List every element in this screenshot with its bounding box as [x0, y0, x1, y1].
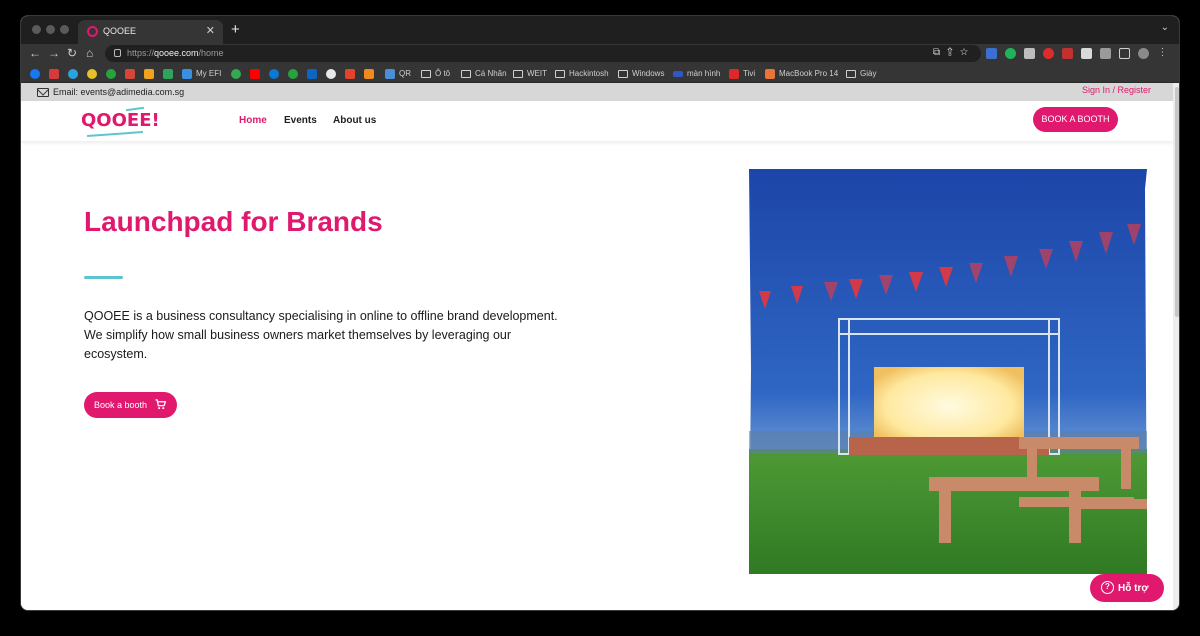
bookmark-o-to[interactable]: Ô tô: [421, 67, 450, 80]
logo-underline: [86, 131, 144, 137]
translate-icon[interactable]: ⧉: [933, 47, 947, 58]
url-text: https://qooee.com/home: [127, 48, 224, 58]
extension-adblock-icon[interactable]: [1043, 48, 1054, 59]
bookmark-qr[interactable]: QR: [385, 67, 411, 80]
nav-events[interactable]: Events: [284, 115, 317, 126]
extension-white-icon[interactable]: [1081, 48, 1092, 59]
tab-title: QOOEE: [103, 26, 137, 36]
bookmark-linkedin-icon[interactable]: [307, 67, 317, 80]
nav-about-us[interactable]: About us: [333, 115, 376, 126]
tab-bar: QOOEE ✕ + ⌄: [21, 16, 1179, 44]
bookmark-yellow-icon[interactable]: [87, 67, 97, 80]
extensions-puzzle-icon[interactable]: [1100, 48, 1111, 59]
tab-search-chevron-icon[interactable]: ⌄: [1161, 22, 1169, 33]
hero-description: QOOEE is a business consultancy speciali…: [84, 309, 558, 361]
outdoor-event-stage-image: [749, 169, 1147, 574]
extensions-area: ⋮: [986, 46, 1168, 62]
side-panel-icon[interactable]: [1119, 48, 1130, 59]
browser-tab[interactable]: QOOEE ✕: [78, 20, 223, 44]
close-window-button[interactable]: [32, 25, 41, 34]
contact-email: Email: events@adimedia.com.sg: [53, 87, 185, 97]
page-scrollbar[interactable]: [1173, 83, 1179, 610]
bookmark-onedrive-icon[interactable]: [269, 67, 279, 80]
profile-avatar-icon[interactable]: [1138, 48, 1149, 59]
browser-toolbar: ← → ↻ ⌂ https://qooee.com/home ⧉⇪☆ ⋮: [21, 44, 1179, 64]
extension-red-icon[interactable]: [1062, 48, 1073, 59]
bookmark-hackintosh[interactable]: Hackintosh: [555, 67, 609, 80]
web-page: Email: events@adimedia.com.sg Sign In / …: [21, 83, 1173, 610]
contact-topbar: Email: events@adimedia.com.sg Sign In / …: [21, 83, 1173, 101]
home-icon[interactable]: ⌂: [86, 46, 93, 60]
bookmark-telegram-icon[interactable]: [68, 67, 78, 80]
bookmark-tivi[interactable]: Tivi: [729, 67, 755, 80]
bookmark-orange-icon[interactable]: [144, 67, 154, 80]
bookmark-my-efi[interactable]: My EFI: [182, 67, 221, 80]
support-button[interactable]: ? Hỗ trợ: [1090, 574, 1164, 602]
maximize-window-button[interactable]: [60, 25, 69, 34]
bookmark-star-icon[interactable]: ☆: [960, 47, 975, 58]
browser-menu-icon[interactable]: ⋮: [1157, 48, 1168, 59]
shopping-cart-icon: [155, 399, 166, 410]
bookmark-facebook-icon[interactable]: [30, 67, 40, 80]
bookmark-giay[interactable]: Giày: [846, 67, 876, 80]
book-a-booth-label: Book a booth: [94, 400, 148, 410]
bookmark-windows[interactable]: Windows: [618, 67, 664, 80]
back-arrow-icon[interactable]: ←: [29, 46, 41, 60]
sign-in-register-link[interactable]: Sign In / Register: [1082, 85, 1151, 95]
qooee-favicon-icon: [87, 26, 98, 37]
site-header: QOOEE! Home Events About us BOOK A BOOTH: [21, 101, 1173, 141]
close-tab-icon[interactable]: ✕: [206, 24, 215, 37]
accent-divider: [84, 276, 123, 279]
address-bar[interactable]: https://qooee.com/home ⧉⇪☆: [105, 45, 981, 62]
new-tab-icon[interactable]: +: [231, 21, 240, 38]
scroll-thumb[interactable]: [1175, 87, 1179, 317]
bookmark-github-icon[interactable]: [326, 67, 336, 80]
bookmark-gitlab-icon[interactable]: [345, 67, 355, 80]
bookmark-gmail-icon[interactable]: [125, 67, 135, 80]
mail-icon: [37, 88, 49, 97]
book-a-booth-hero-button[interactable]: Book a booth: [84, 392, 177, 418]
bookmark-orange2-icon[interactable]: [364, 67, 374, 80]
book-a-booth-button[interactable]: BOOK A BOOTH: [1033, 107, 1118, 132]
bookmark-green-icon[interactable]: [106, 67, 116, 80]
support-label: Hỗ trợ: [1118, 582, 1149, 594]
omnibox-actions: ⧉⇪☆: [933, 47, 975, 58]
help-icon: ?: [1101, 581, 1114, 594]
extension-green-icon[interactable]: [1005, 48, 1016, 59]
extension-gray-icon[interactable]: [1024, 48, 1035, 59]
lock-icon: [114, 49, 121, 57]
browser-window: QOOEE ✕ + ⌄ ← → ↻ ⌂ https://qooee.com/ho…: [20, 15, 1180, 611]
share-icon[interactable]: ⇪: [947, 47, 960, 58]
bookmark-red-icon[interactable]: [49, 67, 59, 80]
bookmark-drive-icon[interactable]: [163, 67, 173, 80]
bookmark-man-hinh[interactable]: màn hình: [673, 67, 720, 80]
forward-arrow-icon[interactable]: →: [48, 46, 60, 60]
bookmark-green2-icon[interactable]: [288, 67, 298, 80]
extension-translate-icon[interactable]: [986, 48, 997, 59]
bookmark-ca-nhan[interactable]: Cá Nhân: [461, 67, 507, 80]
bookmark-macbook-pro-14[interactable]: MacBook Pro 14: [765, 67, 838, 80]
reload-icon[interactable]: ↻: [67, 46, 77, 60]
bookmarks-bar: My EFI QR Ô tô Cá Nhân WEIT Hackintosh W…: [21, 64, 1179, 83]
bookmark-maps-icon[interactable]: [231, 67, 241, 80]
bookmark-youtube-icon[interactable]: [250, 67, 260, 80]
hero-title: Launchpad for Brands: [84, 206, 383, 237]
bookmark-weit[interactable]: WEIT: [513, 67, 547, 80]
minimize-window-button[interactable]: [46, 25, 55, 34]
nav-home[interactable]: Home: [239, 115, 267, 126]
qooee-logo[interactable]: QOOEE!: [81, 106, 160, 137]
